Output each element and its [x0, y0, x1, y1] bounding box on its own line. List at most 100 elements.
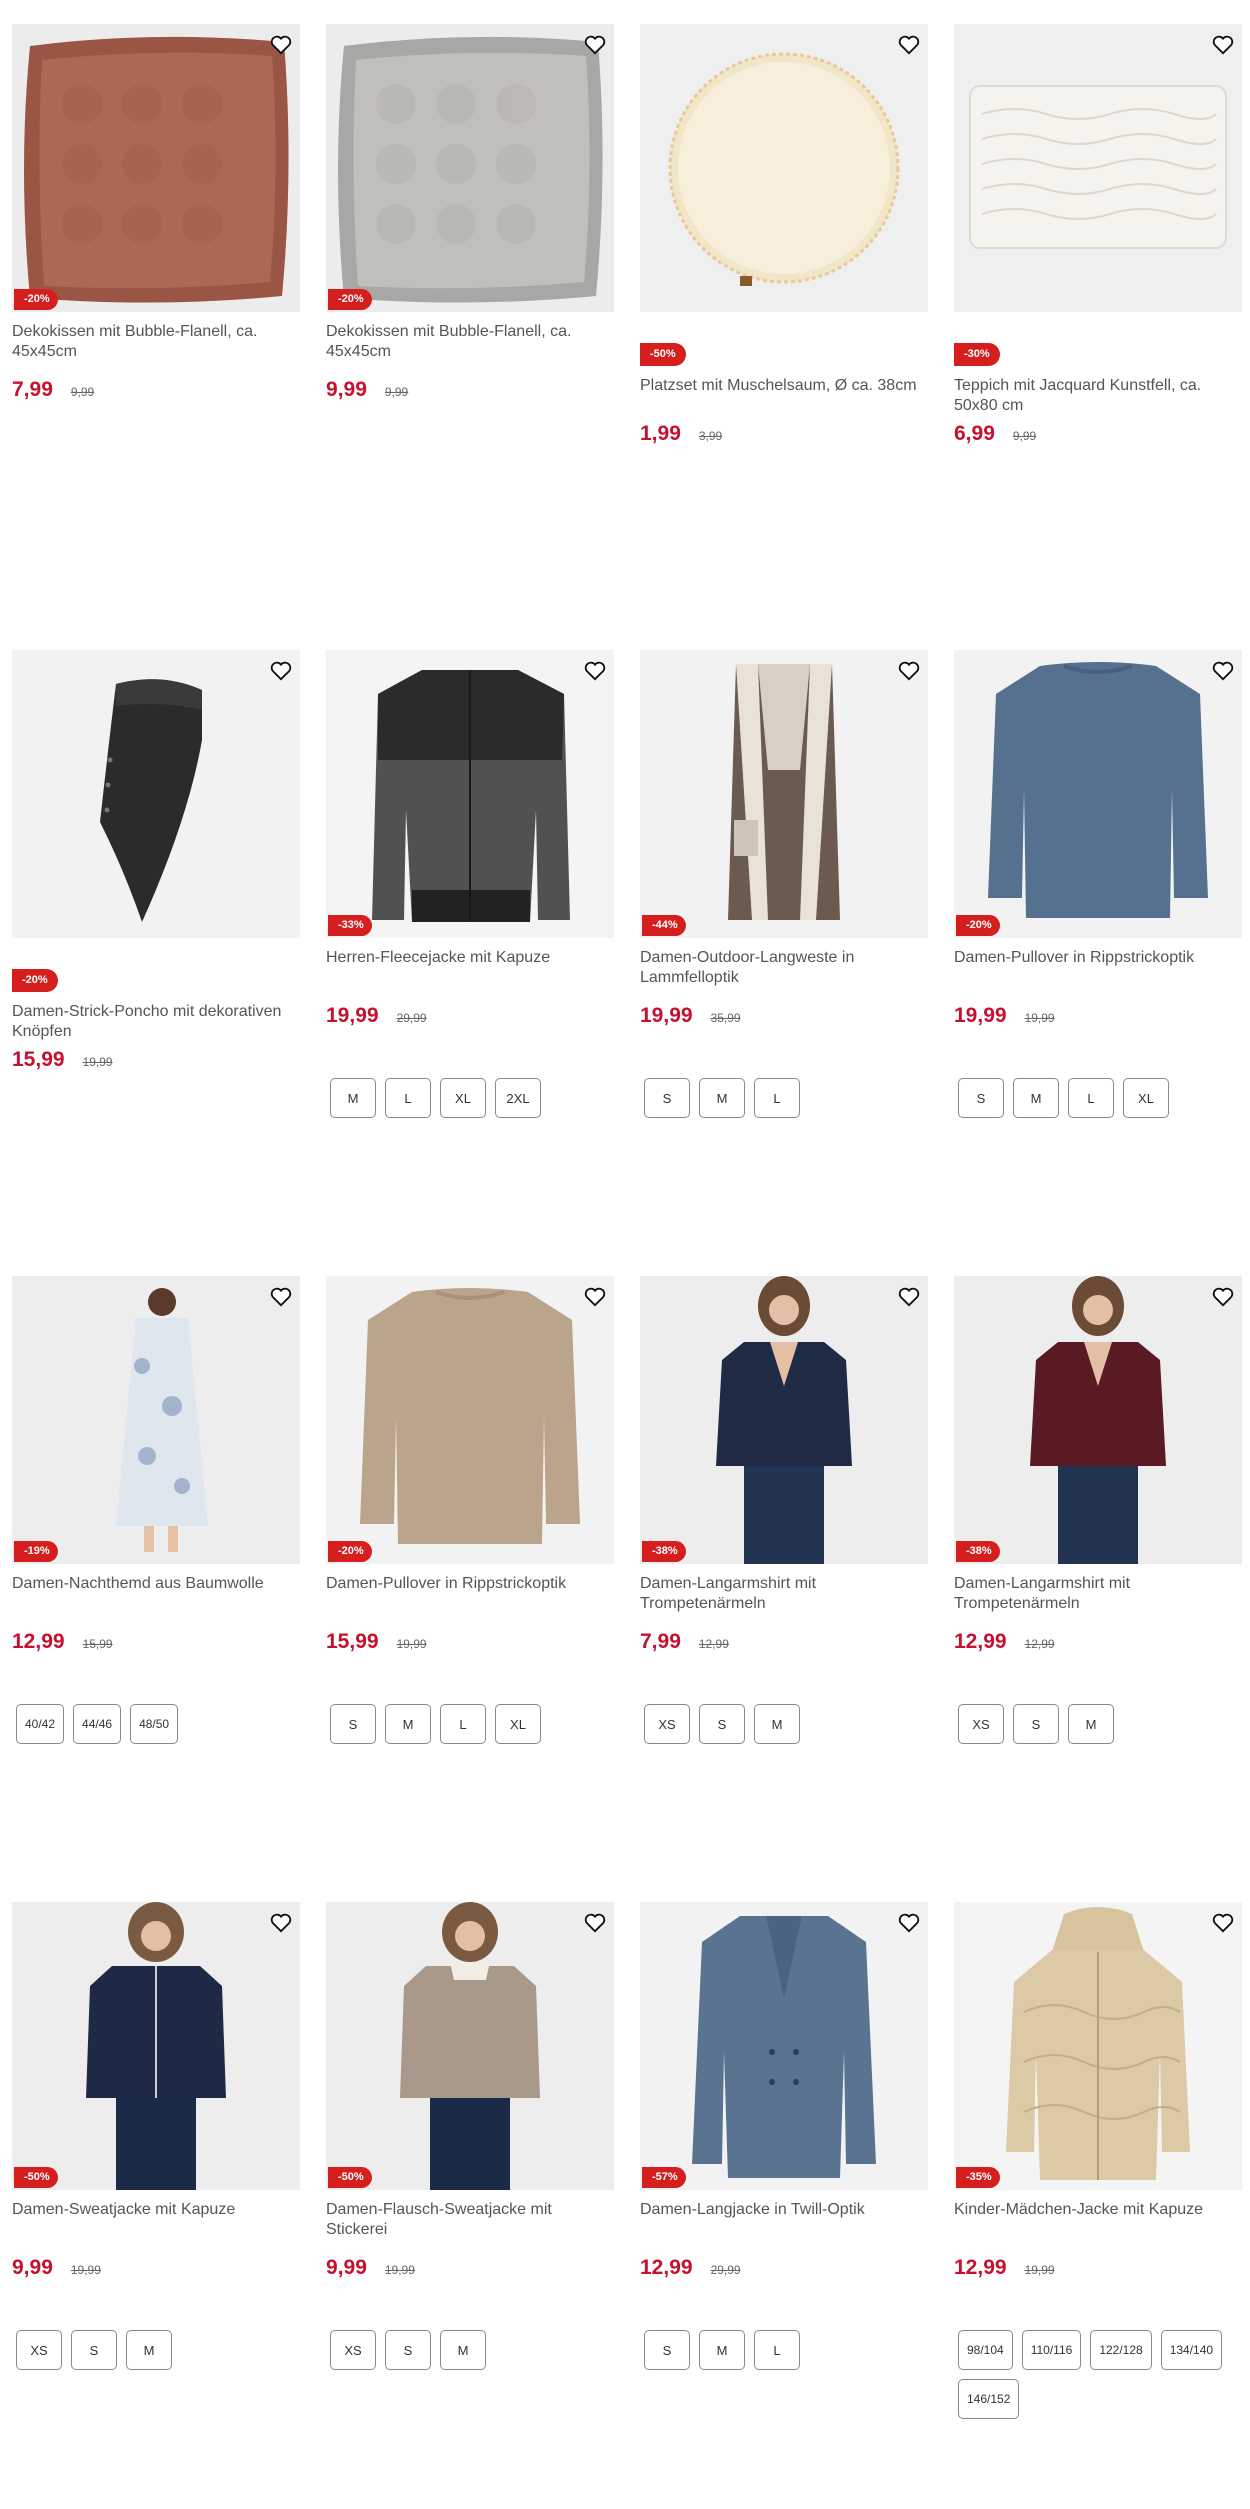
product-title[interactable]: Damen-Langarmshirt mit Trompetenärmeln: [954, 1574, 1242, 1614]
size-option[interactable]: XS: [958, 1704, 1004, 1744]
product-title[interactable]: Dekokissen mit Bubble-Flanell, ca. 45x45…: [12, 322, 300, 362]
favorite-heart-icon[interactable]: [582, 658, 608, 684]
size-option[interactable]: M: [385, 1704, 431, 1744]
size-option[interactable]: M: [330, 1078, 376, 1118]
product-image[interactable]: [12, 650, 300, 938]
product-title[interactable]: Teppich mit Jacquard Kunstfell, ca. 50x8…: [954, 376, 1242, 416]
favorite-heart-icon[interactable]: [896, 658, 922, 684]
size-option[interactable]: XL: [1123, 1078, 1169, 1118]
product-title[interactable]: Damen-Langjacke in Twill-Optik: [640, 2200, 928, 2240]
favorite-heart-icon[interactable]: [896, 32, 922, 58]
product-title[interactable]: Damen-Outdoor-Langweste in Lammfelloptik: [640, 948, 928, 988]
product-card[interactable]: -20% Damen-Pullover in Rippstrickoptik 1…: [954, 650, 1242, 1270]
favorite-heart-icon[interactable]: [582, 1284, 608, 1310]
size-option[interactable]: S: [644, 2330, 690, 2370]
favorite-heart-icon[interactable]: [268, 32, 294, 58]
size-option[interactable]: M: [440, 2330, 486, 2370]
size-option[interactable]: S: [644, 1078, 690, 1118]
size-option[interactable]: 48/50: [130, 1704, 179, 1744]
product-title[interactable]: Herren-Fleecejacke mit Kapuze: [326, 948, 614, 988]
size-option[interactable]: S: [330, 1704, 376, 1744]
size-option[interactable]: L: [754, 1078, 800, 1118]
product-card[interactable]: -50% Damen-Flausch-Sweatjacke mit Sticke…: [326, 1902, 614, 2509]
product-title[interactable]: Damen-Pullover in Rippstrickoptik: [326, 1574, 614, 1614]
size-option[interactable]: S: [958, 1078, 1004, 1118]
favorite-heart-icon[interactable]: [268, 1284, 294, 1310]
size-option[interactable]: 110/116: [1021, 2330, 1082, 2370]
product-image[interactable]: -50%: [12, 1902, 300, 2190]
size-option[interactable]: 44/46: [73, 1704, 122, 1744]
product-card[interactable]: -38% Damen-Langarmshirt mit Trompetenärm…: [954, 1276, 1242, 1896]
product-image[interactable]: -19%: [12, 1276, 300, 1564]
product-image[interactable]: -38%: [954, 1276, 1242, 1564]
favorite-heart-icon[interactable]: [268, 1910, 294, 1936]
product-image[interactable]: -20%: [12, 24, 300, 312]
size-option[interactable]: M: [699, 1078, 745, 1118]
favorite-heart-icon[interactable]: [1210, 658, 1236, 684]
favorite-heart-icon[interactable]: [1210, 1284, 1236, 1310]
product-card[interactable]: -20% Dekokissen mit Bubble-Flanell, ca. …: [326, 24, 614, 644]
favorite-heart-icon[interactable]: [896, 1910, 922, 1936]
size-option[interactable]: 2XL: [495, 1078, 541, 1118]
size-option[interactable]: L: [385, 1078, 431, 1118]
size-option[interactable]: XL: [495, 1704, 541, 1744]
size-option[interactable]: XS: [330, 2330, 376, 2370]
favorite-heart-icon[interactable]: [582, 32, 608, 58]
size-option[interactable]: 146/152: [958, 2379, 1020, 2419]
product-card[interactable]: -19% Damen-Nachthemd aus Baumwolle 12,99…: [12, 1276, 300, 1896]
size-option[interactable]: 98/104: [958, 2330, 1013, 2370]
product-image[interactable]: [954, 24, 1242, 312]
size-option[interactable]: L: [1068, 1078, 1114, 1118]
product-title[interactable]: Damen-Langarmshirt mit Trompetenärmeln: [640, 1574, 928, 1614]
size-option[interactable]: 122/128: [1090, 2330, 1152, 2370]
favorite-heart-icon[interactable]: [268, 658, 294, 684]
product-image[interactable]: -20%: [326, 1276, 614, 1564]
size-option[interactable]: 134/140: [1160, 2330, 1223, 2370]
product-image[interactable]: -50%: [326, 1902, 614, 2190]
favorite-heart-icon[interactable]: [1210, 1910, 1236, 1936]
size-option[interactable]: M: [1068, 1704, 1114, 1744]
favorite-heart-icon[interactable]: [1210, 32, 1236, 58]
product-image[interactable]: -35%: [954, 1902, 1242, 2190]
size-option[interactable]: XL: [440, 1078, 486, 1118]
favorite-heart-icon[interactable]: [896, 1284, 922, 1310]
product-title[interactable]: Damen-Flausch-Sweatjacke mit Stickerei: [326, 2200, 614, 2240]
product-title[interactable]: Dekokissen mit Bubble-Flanell, ca. 45x45…: [326, 322, 614, 362]
size-option[interactable]: M: [754, 1704, 800, 1744]
product-image[interactable]: -20%: [954, 650, 1242, 938]
favorite-heart-icon[interactable]: [582, 1910, 608, 1936]
size-option[interactable]: M: [699, 2330, 745, 2370]
size-option[interactable]: L: [440, 1704, 486, 1744]
product-card[interactable]: -20% Damen-Strick-Poncho mit dekorativen…: [12, 650, 300, 1270]
product-title[interactable]: Platzset mit Muschelsaum, Ø ca. 38cm: [640, 376, 928, 416]
size-option[interactable]: S: [71, 2330, 117, 2370]
size-option[interactable]: M: [126, 2330, 172, 2370]
product-title[interactable]: Damen-Sweatjacke mit Kapuze: [12, 2200, 300, 2240]
product-card[interactable]: -57% Damen-Langjacke in Twill-Optik 12,9…: [640, 1902, 928, 2509]
product-image[interactable]: [640, 24, 928, 312]
product-card[interactable]: -35% Kinder-Mädchen-Jacke mit Kapuze 12,…: [954, 1902, 1242, 2509]
size-option[interactable]: S: [1013, 1704, 1059, 1744]
product-image[interactable]: -20%: [326, 24, 614, 312]
product-card[interactable]: -33% Herren-Fleecejacke mit Kapuze 19,99…: [326, 650, 614, 1270]
product-title[interactable]: Damen-Strick-Poncho mit dekorativen Knöp…: [12, 1002, 300, 1042]
size-option[interactable]: M: [1013, 1078, 1059, 1118]
size-option[interactable]: XS: [16, 2330, 62, 2370]
product-card[interactable]: -44% Damen-Outdoor-Langweste in Lammfell…: [640, 650, 928, 1270]
product-card[interactable]: -38% Damen-Langarmshirt mit Trompetenärm…: [640, 1276, 928, 1896]
size-option[interactable]: XS: [644, 1704, 690, 1744]
product-title[interactable]: Kinder-Mädchen-Jacke mit Kapuze: [954, 2200, 1242, 2240]
product-image[interactable]: -57%: [640, 1902, 928, 2190]
product-title[interactable]: Damen-Nachthemd aus Baumwolle: [12, 1574, 300, 1614]
size-option[interactable]: L: [754, 2330, 800, 2370]
product-card[interactable]: -20% Damen-Pullover in Rippstrickoptik 1…: [326, 1276, 614, 1896]
product-image[interactable]: -33%: [326, 650, 614, 938]
product-image[interactable]: -38%: [640, 1276, 928, 1564]
product-card[interactable]: -50% Damen-Sweatjacke mit Kapuze 9,99 19…: [12, 1902, 300, 2509]
product-title[interactable]: Damen-Pullover in Rippstrickoptik: [954, 948, 1242, 988]
product-card[interactable]: -30% Teppich mit Jacquard Kunstfell, ca.…: [954, 24, 1242, 644]
product-card[interactable]: -50% Platzset mit Muschelsaum, Ø ca. 38c…: [640, 24, 928, 644]
size-option[interactable]: S: [385, 2330, 431, 2370]
size-option[interactable]: S: [699, 1704, 745, 1744]
product-image[interactable]: -44%: [640, 650, 928, 938]
